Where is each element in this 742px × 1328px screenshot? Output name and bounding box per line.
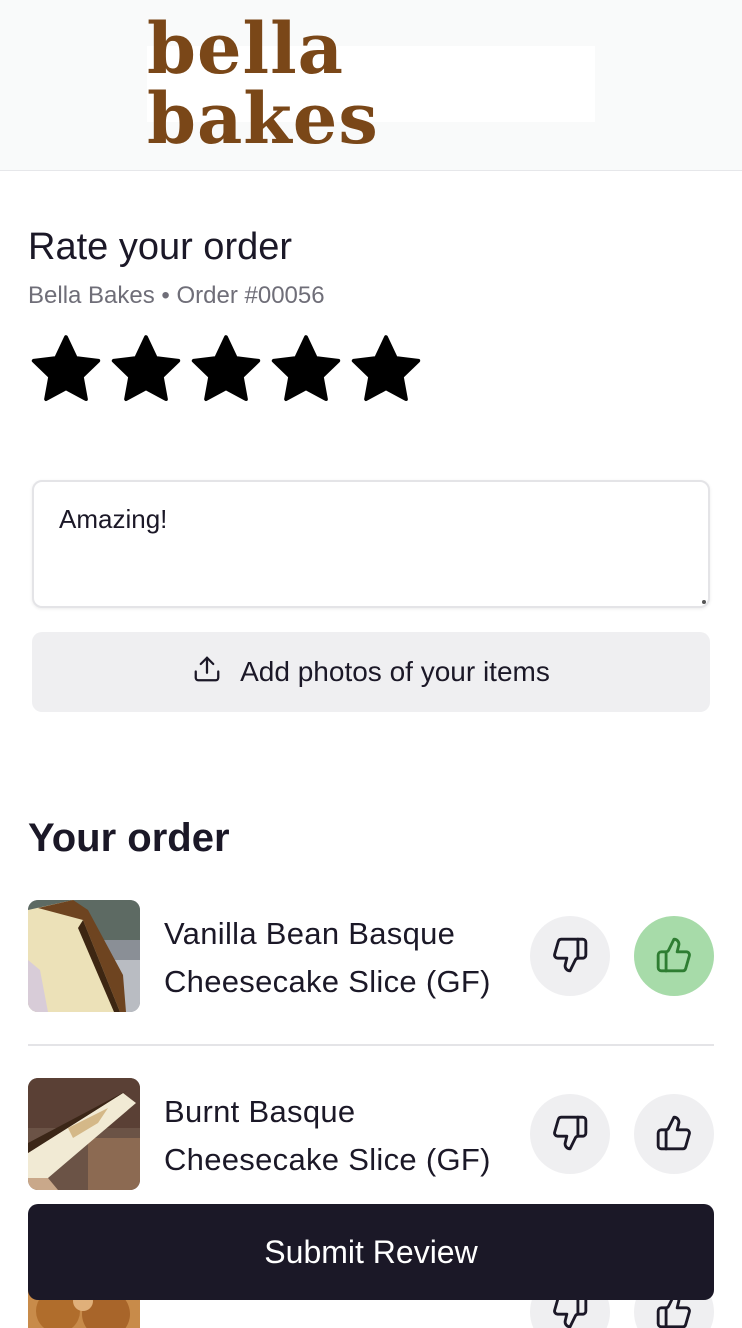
star-rating — [28, 332, 424, 408]
upload-icon — [192, 654, 222, 691]
add-photos-label: Add photos of your items — [240, 656, 550, 687]
logo-text: bella bakes — [147, 7, 379, 160]
thumbs-up-icon — [655, 936, 693, 977]
thumbs-up-icon — [655, 1114, 693, 1155]
add-photos-button[interactable]: Add photos of your items — [32, 632, 710, 712]
header: bella bakes — [0, 0, 742, 171]
thumbs-down-icon — [551, 936, 589, 977]
thumbs-up-button[interactable] — [634, 1094, 714, 1174]
thumbs-down-button[interactable] — [530, 1094, 610, 1174]
resize-handle[interactable] — [702, 600, 706, 604]
thumbs-up-button[interactable] — [634, 916, 714, 996]
section-title-your-order: Your order — [28, 816, 230, 860]
logo: bella bakes — [147, 14, 595, 154]
star-icon[interactable] — [28, 332, 104, 408]
star-icon[interactable] — [348, 332, 424, 408]
star-icon[interactable] — [188, 332, 264, 408]
thumbs-down-button[interactable] — [530, 916, 610, 996]
thumbs-down-icon — [551, 1114, 589, 1155]
item-thumbnail — [28, 1078, 140, 1190]
list-item: Vanilla Bean Basque Cheesecake Slice (GF… — [28, 900, 714, 1012]
star-icon[interactable] — [268, 332, 344, 408]
list-item: Burnt Basque Cheesecake Slice (GF) — [28, 1078, 714, 1190]
submit-review-button[interactable]: Submit Review — [28, 1204, 714, 1300]
order-subtitle: Bella Bakes • Order #00056 — [28, 282, 325, 309]
item-name: Burnt Basque Cheesecake Slice (GF) — [164, 1094, 491, 1177]
divider — [28, 1044, 714, 1046]
item-name: Vanilla Bean Basque Cheesecake Slice (GF… — [164, 916, 491, 999]
item-thumbnail — [28, 900, 140, 1012]
star-icon[interactable] — [108, 332, 184, 408]
page-title: Rate your order — [28, 226, 293, 268]
review-textarea[interactable]: Amazing! — [32, 480, 710, 608]
